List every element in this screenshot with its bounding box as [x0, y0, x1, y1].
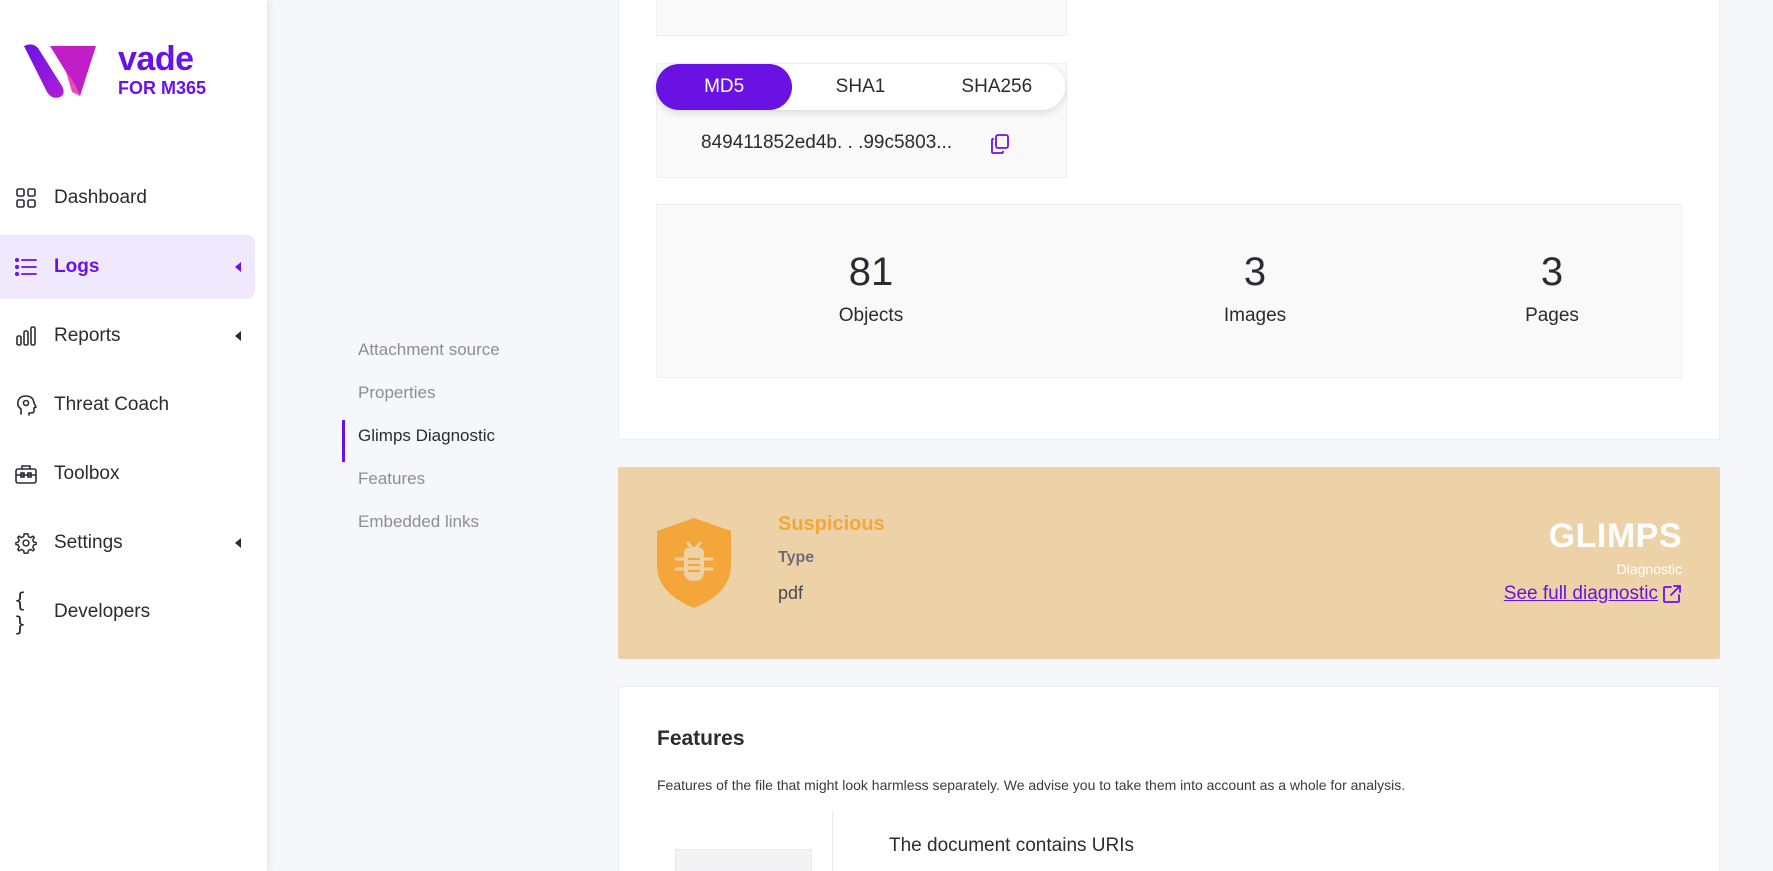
tab-sha256[interactable]: SHA256	[929, 64, 1065, 110]
braces-icon: { }	[14, 588, 27, 636]
sidebar-item-toolbox[interactable]: Toolbox	[0, 442, 267, 506]
grid-icon	[14, 186, 38, 210]
stat-objects: 81 Objects	[791, 249, 951, 327]
sidebar-item-label: Threat Coach	[54, 394, 170, 415]
see-full-diagnostic-label: See full diagnostic	[1503, 583, 1658, 604]
sidebar-item-label: Reports	[54, 325, 121, 346]
vade-logo[interactable]: vade FOR M365	[22, 42, 222, 102]
sidebar-item-label: Logs	[54, 256, 100, 277]
glimps-diagnostic-banner: Suspicious Type pdf GLIMPS Diagnostic Se…	[618, 467, 1720, 659]
tab-md5[interactable]: MD5	[656, 64, 793, 110]
sidebar-item-logs[interactable]: Logs	[0, 235, 255, 299]
bug-shield-icon	[657, 518, 731, 608]
features-card: Features Features of the file that might…	[618, 686, 1720, 871]
glimps-logo: GLIMPS	[1548, 517, 1682, 555]
anchor-embedded-links[interactable]: Embedded links	[342, 508, 562, 551]
sidebar-item-label: Toolbox	[54, 463, 120, 484]
features-description: Features of the file that might look har…	[657, 777, 1406, 793]
anchor-properties[interactable]: Properties	[342, 379, 562, 422]
stat-objects-value: 81	[848, 250, 894, 294]
toolbox-icon	[14, 462, 38, 486]
copy-icon[interactable]	[991, 134, 1009, 154]
feature-thumbnail	[675, 849, 812, 871]
type-value: pdf	[778, 583, 804, 603]
file-stats: 81 Objects 3 Images 3 Pages	[656, 204, 1682, 378]
brand-subtitle: FOR M365	[118, 78, 207, 98]
section-anchor-nav: Attachment source Properties Glimps Diag…	[342, 336, 562, 551]
stat-objects-label: Objects	[838, 305, 904, 326]
bar-chart-icon	[14, 324, 38, 348]
hash-panel: MD5 SHA1 SHA256 849411852ed4b. . .99c580…	[656, 63, 1067, 178]
stat-pages-label: Pages	[1525, 305, 1579, 326]
list-icon	[14, 255, 38, 279]
hash-type-switch: MD5 SHA1 SHA256	[656, 64, 1065, 110]
sidebar-item-label: Settings	[54, 532, 123, 553]
brand-name: vade	[118, 40, 194, 78]
type-label: Type	[778, 549, 815, 566]
gear-icon	[14, 531, 38, 555]
see-full-diagnostic-link[interactable]: See full diagnostic	[1504, 583, 1682, 605]
glimps-logo-subtitle: Diagnostic	[1616, 561, 1682, 577]
stat-pages: 3 Pages	[1472, 249, 1632, 327]
sidebar: vade FOR M365 Dashboard Logs Reports Thr…	[0, 0, 267, 871]
anchor-glimps-diagnostic[interactable]: Glimps Diagnostic	[342, 420, 562, 465]
divider	[832, 811, 833, 871]
stat-images: 3 Images	[1175, 249, 1335, 327]
hash-value: 849411852ed4b. . .99c5803...	[701, 132, 953, 153]
sidebar-item-developers[interactable]: { } Developers	[0, 580, 267, 644]
features-title: Features	[657, 727, 745, 750]
anchor-features[interactable]: Features	[342, 465, 562, 508]
sidebar-item-label: Developers	[54, 601, 151, 622]
external-link-icon	[1663, 585, 1681, 603]
stat-images-label: Images	[1223, 305, 1287, 326]
tab-sha1[interactable]: SHA1	[792, 64, 928, 110]
sidebar-item-threat-coach[interactable]: Threat Coach	[0, 373, 267, 437]
verdict-label: Suspicious	[778, 513, 885, 535]
caret-left-icon	[235, 262, 241, 272]
previous-field-box	[656, 0, 1067, 36]
caret-left-icon	[235, 538, 241, 548]
feature-item-title: The document contains URIs	[889, 835, 1135, 856]
sidebar-nav: Dashboard Logs Reports Threat Coach Tool…	[0, 166, 267, 649]
anchor-attachment-source[interactable]: Attachment source	[342, 336, 562, 379]
sidebar-item-settings[interactable]: Settings	[0, 511, 267, 575]
stat-images-value: 3	[1243, 250, 1267, 294]
stat-pages-value: 3	[1540, 250, 1564, 294]
sidebar-item-label: Dashboard	[54, 187, 147, 208]
vade-logo-icon	[24, 44, 96, 98]
head-icon	[14, 393, 38, 417]
sidebar-item-dashboard[interactable]: Dashboard	[0, 166, 267, 230]
caret-left-icon	[235, 331, 241, 341]
sidebar-item-reports[interactable]: Reports	[0, 304, 267, 368]
